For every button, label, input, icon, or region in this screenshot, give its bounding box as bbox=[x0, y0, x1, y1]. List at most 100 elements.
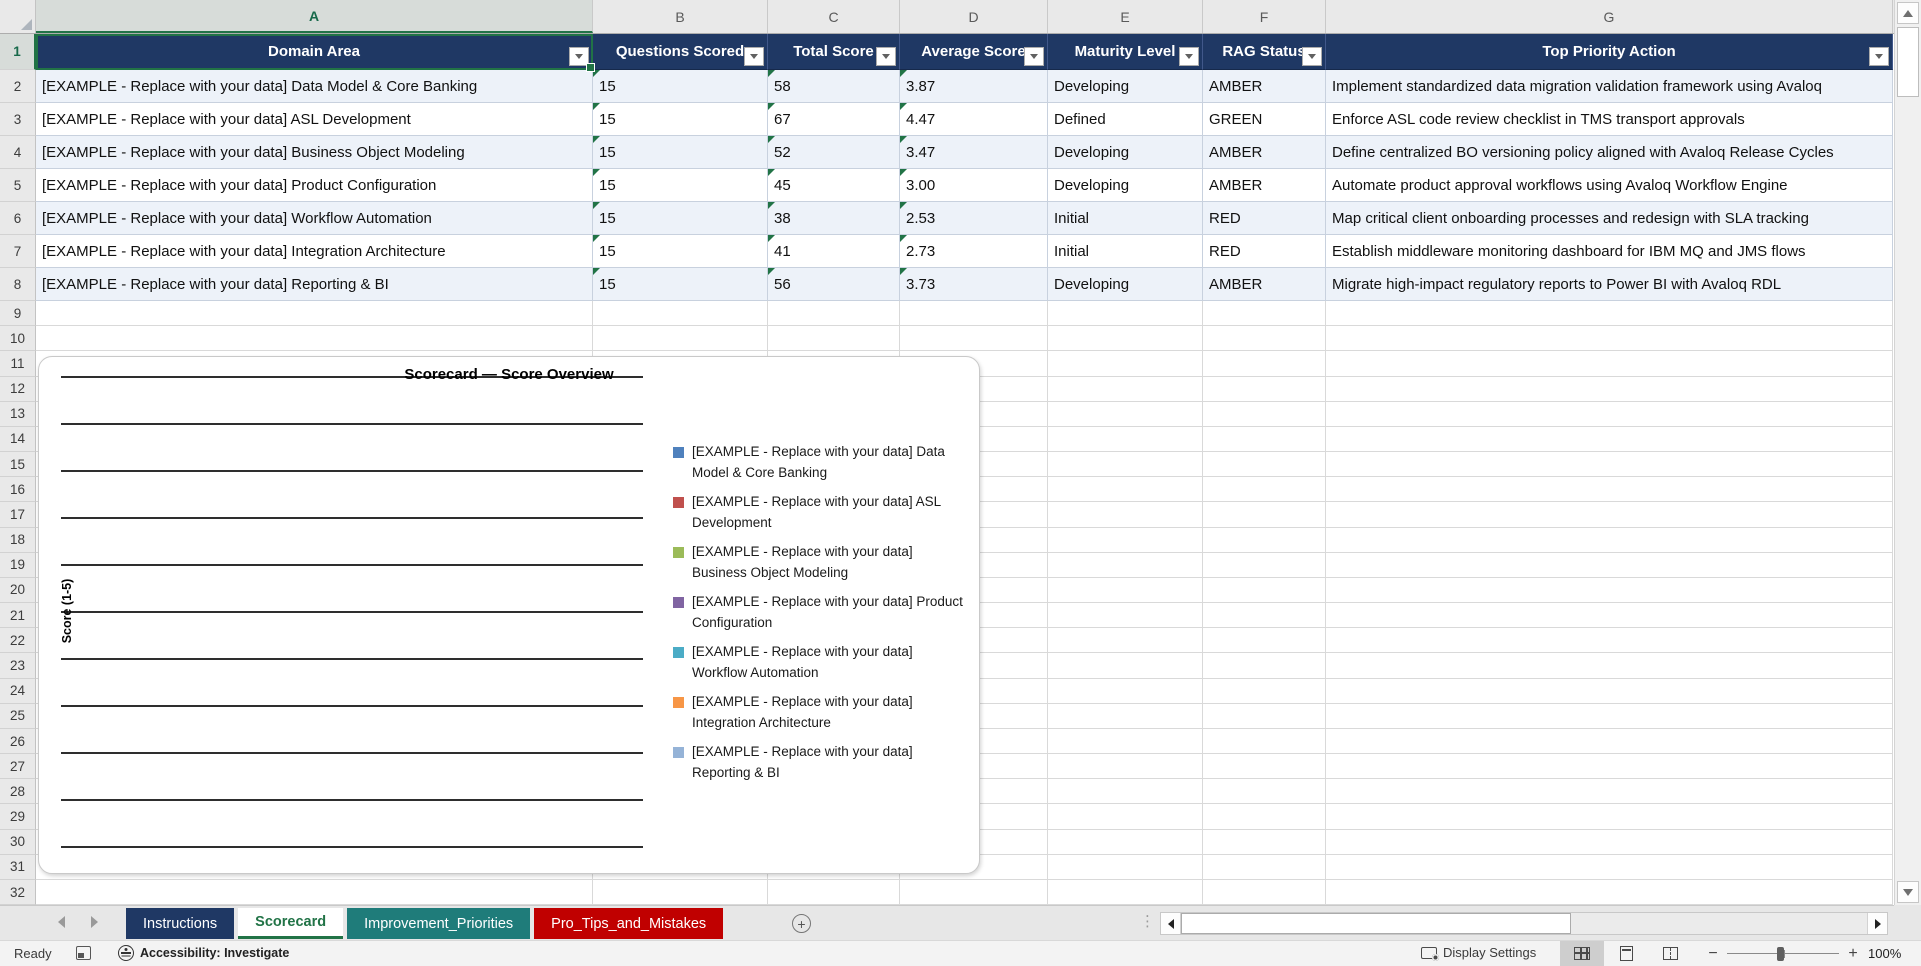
cell-A10[interactable] bbox=[36, 326, 593, 352]
cell-D32[interactable] bbox=[900, 879, 1048, 905]
cell-G9[interactable] bbox=[1326, 301, 1893, 327]
cell-F31[interactable] bbox=[1203, 854, 1326, 880]
cell-A32[interactable] bbox=[36, 879, 593, 905]
cell-G22[interactable] bbox=[1326, 628, 1893, 654]
cell-C32[interactable] bbox=[768, 879, 900, 905]
column-header-C[interactable]: C bbox=[768, 0, 900, 33]
row-header-25[interactable]: 25 bbox=[0, 703, 36, 729]
filter-button-B[interactable] bbox=[744, 47, 764, 66]
cell-D7[interactable]: 2.73 bbox=[900, 235, 1048, 268]
cell-E22[interactable] bbox=[1048, 628, 1203, 654]
column-header-F[interactable]: F bbox=[1203, 0, 1326, 33]
cell-E21[interactable] bbox=[1048, 603, 1203, 629]
cell-G5[interactable]: Automate product approval workflows usin… bbox=[1326, 169, 1893, 202]
cell-G17[interactable] bbox=[1326, 502, 1893, 528]
row-header-4[interactable]: 4 bbox=[0, 136, 36, 169]
cell-E24[interactable] bbox=[1048, 678, 1203, 704]
cell-A9[interactable] bbox=[36, 301, 593, 327]
cell-E5[interactable]: Developing bbox=[1048, 169, 1203, 202]
cell-C5[interactable]: 45 bbox=[768, 169, 900, 202]
cell-E19[interactable] bbox=[1048, 552, 1203, 578]
cell-G11[interactable] bbox=[1326, 351, 1893, 377]
embedded-chart[interactable]: Scorecard — Score Overview Score (1-5) [… bbox=[38, 356, 980, 874]
cell-G14[interactable] bbox=[1326, 426, 1893, 453]
row-header-8[interactable]: 8 bbox=[0, 268, 36, 301]
cell-F1[interactable]: RAG Status bbox=[1203, 34, 1326, 70]
sheet-tab-improvement_priorities[interactable]: Improvement_Priorities bbox=[347, 908, 531, 939]
filter-button-E[interactable] bbox=[1179, 47, 1199, 66]
cell-C3[interactable]: 67 bbox=[768, 103, 900, 136]
column-header-G[interactable]: G bbox=[1326, 0, 1893, 33]
row-header-31[interactable]: 31 bbox=[0, 854, 36, 880]
scroll-down-button[interactable] bbox=[1897, 881, 1919, 903]
cell-E10[interactable] bbox=[1048, 326, 1203, 352]
cell-G16[interactable] bbox=[1326, 477, 1893, 503]
normal-view-button[interactable] bbox=[1560, 941, 1604, 966]
cell-G29[interactable] bbox=[1326, 804, 1893, 830]
cell-D10[interactable] bbox=[900, 326, 1048, 352]
cell-F3[interactable]: GREEN bbox=[1203, 103, 1326, 136]
cell-F2[interactable]: AMBER bbox=[1203, 70, 1326, 103]
filter-button-F[interactable] bbox=[1302, 47, 1322, 66]
cell-D6[interactable]: 2.53 bbox=[900, 202, 1048, 235]
display-settings-button[interactable]: Display Settings bbox=[1421, 945, 1536, 961]
row-header-6[interactable]: 6 bbox=[0, 202, 36, 235]
cell-F15[interactable] bbox=[1203, 452, 1326, 478]
cell-E27[interactable] bbox=[1048, 754, 1203, 780]
row-header-7[interactable]: 7 bbox=[0, 235, 36, 268]
horizontal-scrollbar[interactable] bbox=[1160, 912, 1888, 935]
scroll-right-button[interactable] bbox=[1867, 913, 1887, 934]
cell-E13[interactable] bbox=[1048, 401, 1203, 427]
row-header-29[interactable]: 29 bbox=[0, 804, 36, 830]
zoom-in-button[interactable]: + bbox=[1845, 945, 1861, 963]
cell-C10[interactable] bbox=[768, 326, 900, 352]
cell-G30[interactable] bbox=[1326, 829, 1893, 855]
scroll-up-button[interactable] bbox=[1897, 2, 1919, 24]
row-header-16[interactable]: 16 bbox=[0, 477, 36, 503]
cell-E14[interactable] bbox=[1048, 426, 1203, 453]
cell-F12[interactable] bbox=[1203, 376, 1326, 402]
cell-F6[interactable]: RED bbox=[1203, 202, 1326, 235]
row-header-5[interactable]: 5 bbox=[0, 169, 36, 202]
select-all-corner[interactable] bbox=[0, 0, 36, 33]
column-header-E[interactable]: E bbox=[1048, 0, 1203, 33]
cell-E20[interactable] bbox=[1048, 577, 1203, 604]
cell-F32[interactable] bbox=[1203, 879, 1326, 905]
row-header-9[interactable]: 9 bbox=[0, 301, 36, 327]
row-header-17[interactable]: 17 bbox=[0, 502, 36, 528]
cell-B8[interactable]: 15 bbox=[593, 268, 768, 301]
cell-G26[interactable] bbox=[1326, 728, 1893, 755]
row-header-2[interactable]: 2 bbox=[0, 70, 36, 103]
cell-G32[interactable] bbox=[1326, 879, 1893, 905]
cell-G2[interactable]: Implement standardized data migration va… bbox=[1326, 70, 1893, 103]
vertical-scrollbar-thumb[interactable] bbox=[1897, 27, 1919, 97]
cell-G3[interactable]: Enforce ASL code review checklist in TMS… bbox=[1326, 103, 1893, 136]
row-header-21[interactable]: 21 bbox=[0, 603, 36, 629]
sheet-tab-pro_tips_and_mistakes[interactable]: Pro_Tips_and_Mistakes bbox=[534, 908, 724, 939]
row-header-3[interactable]: 3 bbox=[0, 103, 36, 136]
cell-A5[interactable]: [EXAMPLE - Replace with your data] Produ… bbox=[36, 169, 593, 202]
cell-A3[interactable]: [EXAMPLE - Replace with your data] ASL D… bbox=[36, 103, 593, 136]
cell-G31[interactable] bbox=[1326, 854, 1893, 880]
zoom-slider-handle[interactable] bbox=[1777, 946, 1784, 961]
cell-G1[interactable]: Top Priority Action bbox=[1326, 34, 1893, 70]
row-header-22[interactable]: 22 bbox=[0, 628, 36, 654]
cell-E3[interactable]: Defined bbox=[1048, 103, 1203, 136]
row-header-23[interactable]: 23 bbox=[0, 653, 36, 679]
next-sheet-arrow-icon[interactable] bbox=[91, 916, 98, 928]
cell-A2[interactable]: [EXAMPLE - Replace with your data] Data … bbox=[36, 70, 593, 103]
cell-B7[interactable]: 15 bbox=[593, 235, 768, 268]
cell-G24[interactable] bbox=[1326, 678, 1893, 704]
cell-B3[interactable]: 15 bbox=[593, 103, 768, 136]
cell-A7[interactable]: [EXAMPLE - Replace with your data] Integ… bbox=[36, 235, 593, 268]
page-break-view-button[interactable] bbox=[1648, 941, 1692, 966]
cell-E30[interactable] bbox=[1048, 829, 1203, 855]
zoom-out-button[interactable]: − bbox=[1705, 945, 1721, 963]
cell-G25[interactable] bbox=[1326, 703, 1893, 729]
cell-F9[interactable] bbox=[1203, 301, 1326, 327]
tab-splitter-handle[interactable]: ⋮ bbox=[1140, 912, 1155, 930]
column-header-D[interactable]: D bbox=[900, 0, 1048, 33]
cell-F14[interactable] bbox=[1203, 426, 1326, 453]
cell-F18[interactable] bbox=[1203, 527, 1326, 553]
zoom-percentage[interactable]: 100% bbox=[1868, 946, 1901, 961]
